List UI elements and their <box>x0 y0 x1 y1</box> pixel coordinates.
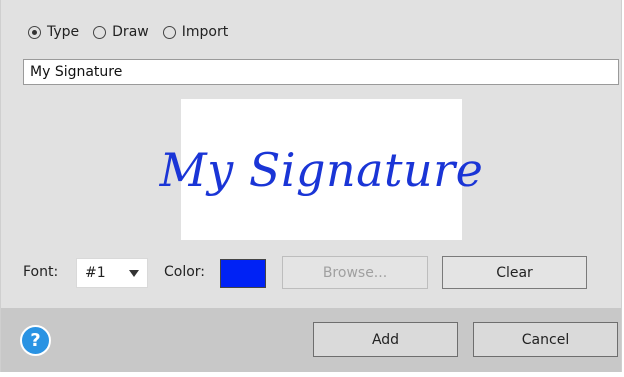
draw-radio-label[interactable]: Draw <box>112 24 149 40</box>
type-radio-label[interactable]: Type <box>47 24 79 40</box>
background-window-edge <box>0 372 624 377</box>
browse-button[interactable]: Browse... <box>282 256 428 289</box>
signature-dialog: Type Draw Import My Signature Font: #1 C… <box>0 0 622 372</box>
color-label: Color: <box>164 264 206 280</box>
signature-preview-text: My Signature <box>159 142 484 197</box>
radio-selected-icon[interactable] <box>28 25 41 39</box>
type-radio[interactable]: Type <box>28 24 79 40</box>
font-dropdown[interactable]: #1 <box>76 258 148 288</box>
help-icon[interactable]: ? <box>20 325 51 356</box>
add-button[interactable]: Add <box>313 322 458 357</box>
import-radio[interactable]: Import <box>162 24 228 40</box>
draw-radio[interactable]: Draw <box>93 24 149 40</box>
font-dropdown-value: #1 <box>85 265 106 281</box>
clear-button[interactable]: Clear <box>442 256 587 289</box>
signature-text-input[interactable] <box>23 59 619 85</box>
radio-unselected-icon[interactable] <box>162 25 176 39</box>
cancel-button[interactable]: Cancel <box>473 322 618 357</box>
dropdown-arrow-icon <box>129 270 139 277</box>
radio-unselected-icon[interactable] <box>93 25 107 39</box>
color-swatch-button[interactable] <box>220 259 266 288</box>
font-label: Font: <box>23 264 59 280</box>
import-radio-label[interactable]: Import <box>182 24 228 40</box>
signature-preview: My Signature <box>160 99 483 240</box>
mode-radio-group: Type Draw Import <box>28 22 242 42</box>
